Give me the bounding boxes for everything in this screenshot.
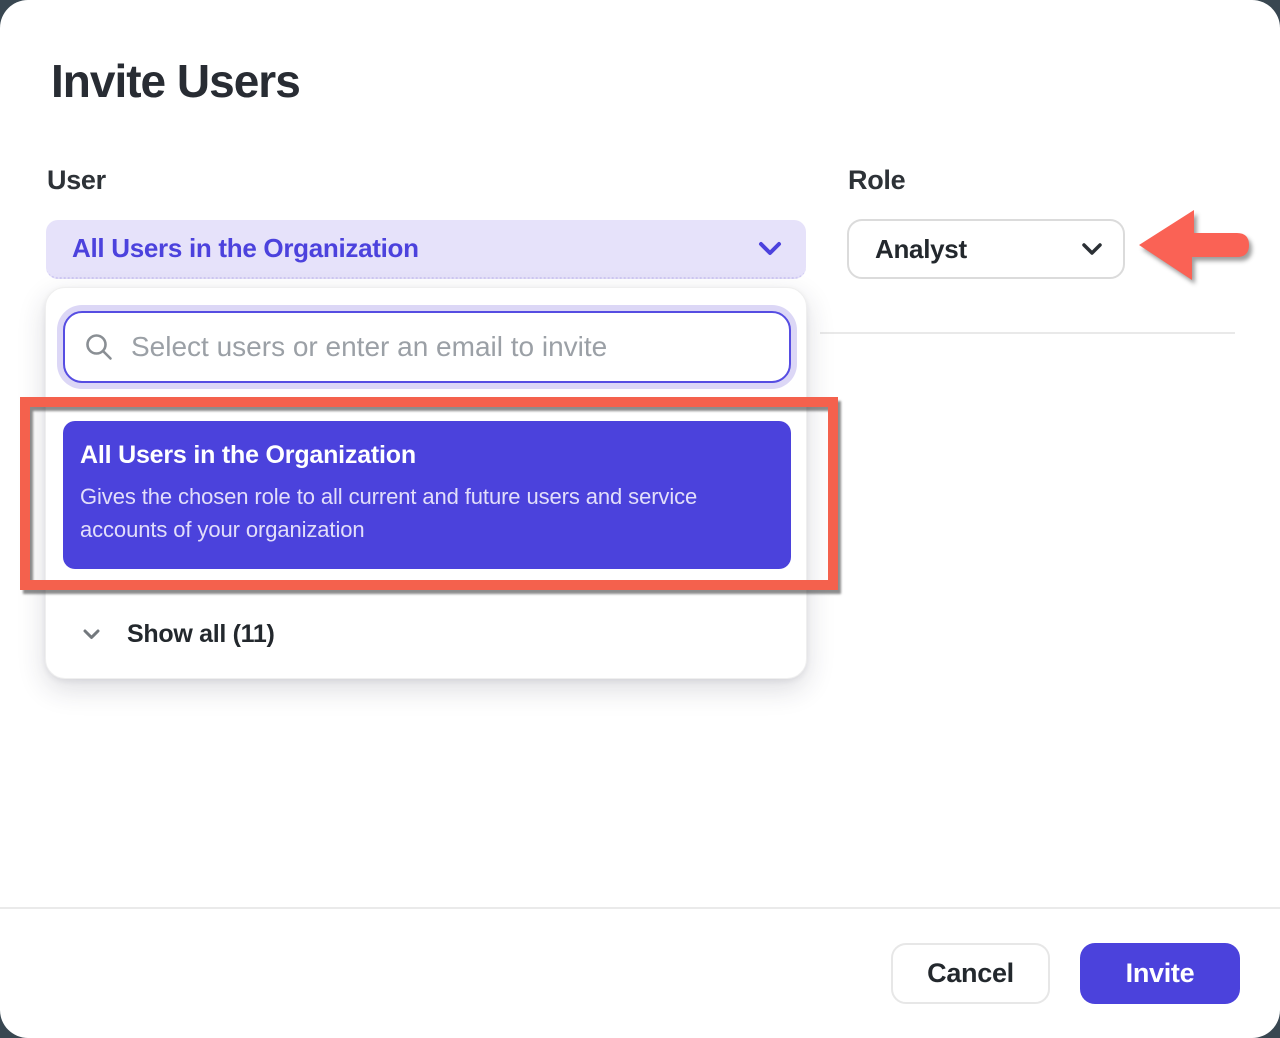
invite-button[interactable]: Invite	[1080, 943, 1240, 1004]
role-field-label: Role	[848, 165, 905, 196]
option-title: All Users in the Organization	[80, 441, 767, 470]
chevron-down-icon	[758, 241, 782, 257]
role-select-value: Analyst	[875, 234, 1081, 265]
page-title: Invite Users	[51, 54, 300, 108]
user-select-value: All Users in the Organization	[72, 233, 758, 264]
chevron-down-icon	[1081, 242, 1103, 257]
show-all-label: Show all (11)	[127, 620, 275, 649]
user-search-box	[63, 311, 791, 383]
all-users-option[interactable]: All Users in the Organization Gives the …	[63, 421, 791, 569]
invite-users-dialog: Invite Users User Role All Users in the …	[0, 0, 1280, 1038]
form-section-divider	[820, 332, 1235, 334]
user-dropdown-panel: All Users in the Organization Gives the …	[45, 287, 807, 679]
option-description: Gives the chosen role to all current and…	[80, 480, 760, 546]
user-search-input[interactable]	[131, 331, 769, 363]
footer-divider	[0, 907, 1280, 909]
user-field-label: User	[47, 165, 106, 196]
annotation-arrow-icon	[1137, 208, 1251, 282]
chevron-down-icon	[82, 628, 101, 641]
role-select[interactable]: Analyst	[847, 219, 1125, 279]
search-icon	[83, 331, 115, 363]
user-select[interactable]: All Users in the Organization	[46, 220, 806, 279]
cancel-button[interactable]: Cancel	[891, 943, 1050, 1004]
show-all-toggle[interactable]: Show all (11)	[46, 608, 808, 660]
